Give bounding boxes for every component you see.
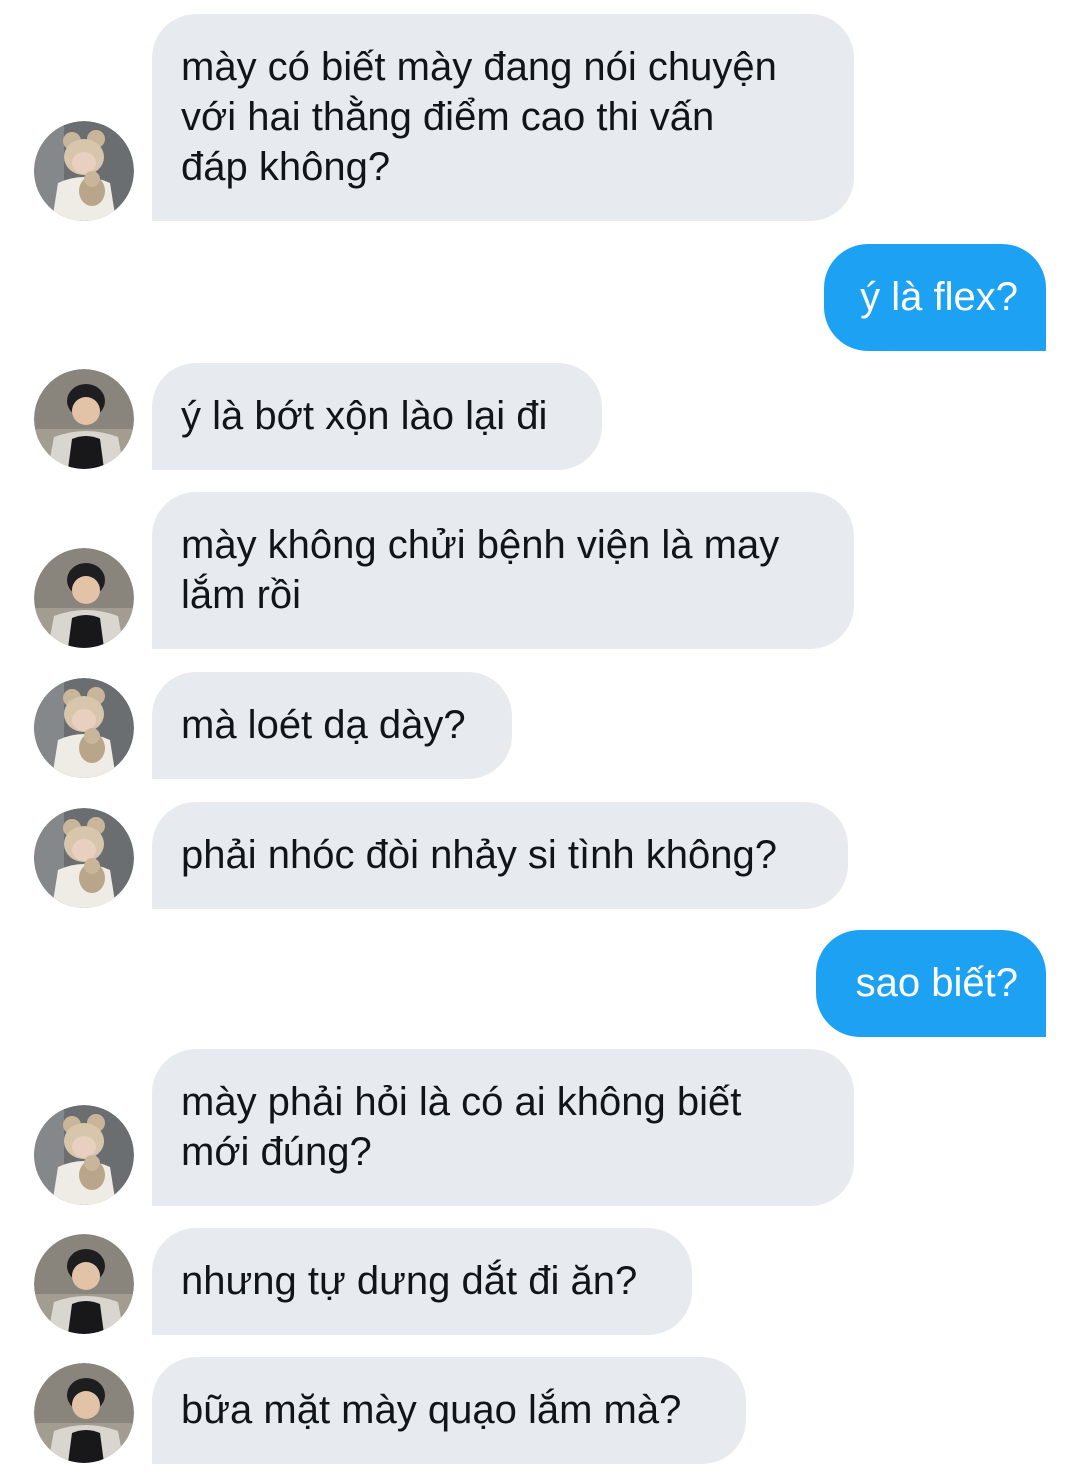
- avatar-contact-a[interactable]: [34, 808, 134, 908]
- incoming-message-bubble[interactable]: mày phải hỏi là có ai không biết mới đún…: [152, 1049, 854, 1206]
- avatar-contact-b[interactable]: [34, 369, 134, 469]
- avatar-contact-a[interactable]: [34, 1105, 134, 1205]
- conversation-thread: mày có biết mày đang nói chuyện với hai …: [0, 0, 1080, 1482]
- incoming-message-bubble[interactable]: bữa mặt mày quạo lắm mà?: [152, 1357, 746, 1464]
- avatar-contact-b[interactable]: [34, 1234, 134, 1334]
- incoming-message-bubble[interactable]: mày không chửi bệnh viện là may lắm rồi: [152, 492, 854, 649]
- incoming-message-bubble[interactable]: phải nhóc đòi nhảy si tình không?: [152, 802, 848, 909]
- incoming-message-bubble[interactable]: mà loét dạ dày?: [152, 672, 512, 779]
- incoming-message-bubble[interactable]: nhưng tự dưng dắt đi ăn?: [152, 1228, 692, 1335]
- outgoing-message-bubble[interactable]: sao biết?: [816, 930, 1046, 1037]
- avatar-contact-a[interactable]: [34, 678, 134, 778]
- avatar-contact-a[interactable]: [34, 121, 134, 221]
- incoming-message-bubble[interactable]: mày có biết mày đang nói chuyện với hai …: [152, 14, 854, 221]
- avatar-contact-b[interactable]: [34, 1363, 134, 1463]
- incoming-message-bubble[interactable]: ý là bớt xộn lào lại đi: [152, 363, 602, 470]
- avatar-contact-b[interactable]: [34, 548, 134, 648]
- outgoing-message-bubble[interactable]: ý là flex?: [824, 244, 1046, 351]
